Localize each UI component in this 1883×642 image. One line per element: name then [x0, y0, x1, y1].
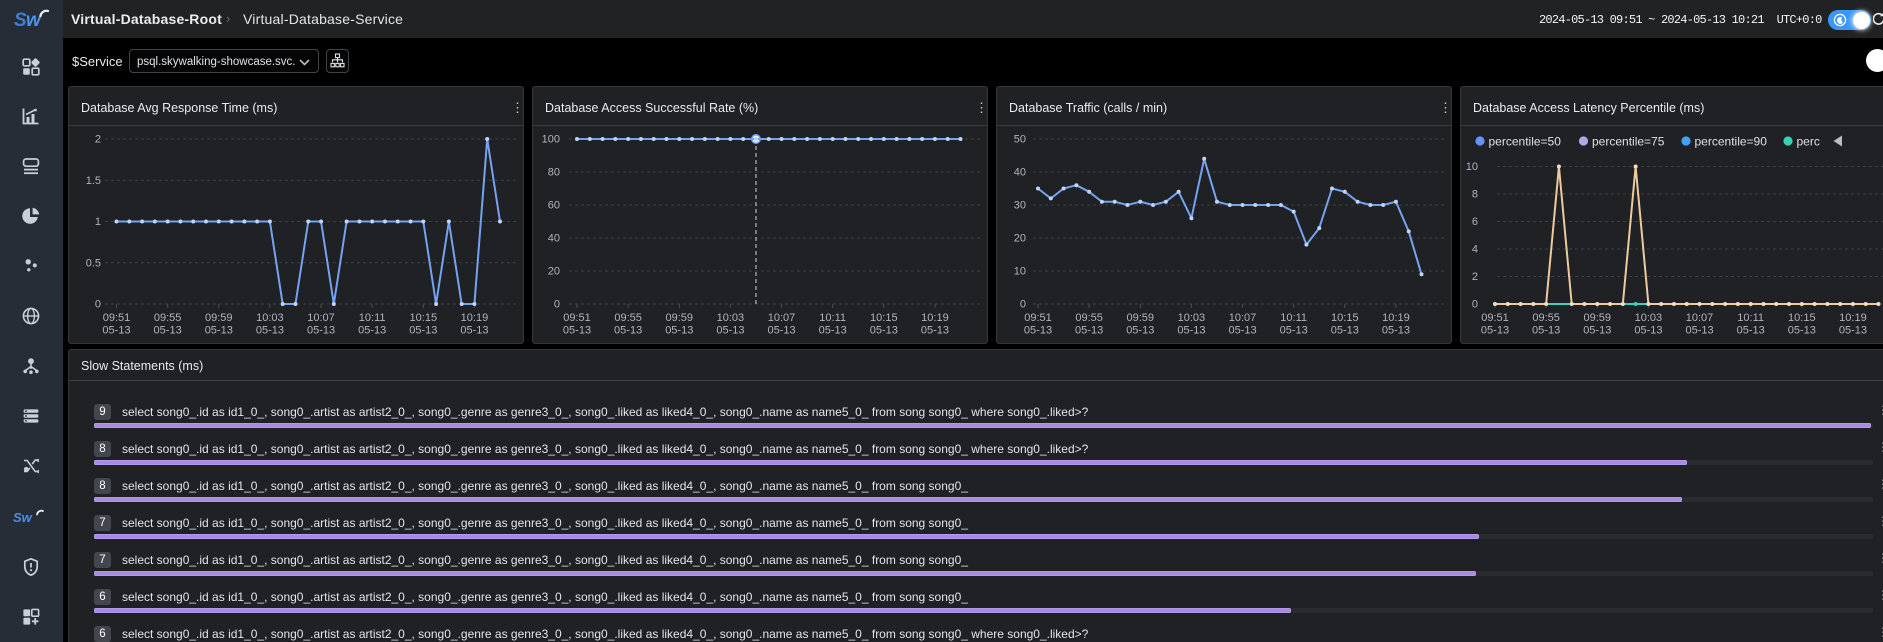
- svg-text:09:51: 09:51: [103, 312, 131, 324]
- svg-text:10:07: 10:07: [768, 312, 796, 324]
- svg-text:10:11: 10:11: [1737, 312, 1764, 324]
- svg-text:20: 20: [548, 266, 560, 278]
- svg-text:09:51: 09:51: [563, 312, 591, 324]
- svg-text:0.5: 0.5: [86, 257, 101, 269]
- svg-text:1.5: 1.5: [86, 175, 101, 187]
- svg-text:10:19: 10:19: [461, 312, 489, 324]
- svg-text:05-13: 05-13: [614, 325, 642, 337]
- svg-text:05-13: 05-13: [716, 325, 744, 337]
- svg-text:100: 100: [542, 134, 560, 146]
- svg-text:10:19: 10:19: [1382, 312, 1410, 324]
- svg-text:09:59: 09:59: [1127, 312, 1155, 324]
- svg-text:05-13: 05-13: [1024, 325, 1052, 337]
- svg-text:09:55: 09:55: [1075, 312, 1103, 324]
- svg-text:40: 40: [548, 233, 560, 245]
- svg-text:05-13: 05-13: [256, 325, 284, 337]
- svg-text:10:03: 10:03: [1178, 312, 1206, 324]
- svg-text:05-13: 05-13: [819, 325, 847, 337]
- svg-text:10:07: 10:07: [1229, 312, 1257, 324]
- svg-text:05-13: 05-13: [1075, 325, 1103, 337]
- svg-text:05-13: 05-13: [154, 325, 182, 337]
- svg-text:05-13: 05-13: [1331, 325, 1359, 337]
- svg-text:10:11: 10:11: [359, 312, 386, 324]
- svg-text:4: 4: [1472, 244, 1478, 256]
- svg-text:09:59: 09:59: [666, 312, 694, 324]
- svg-text:10:07: 10:07: [1686, 312, 1714, 324]
- svg-text:09:55: 09:55: [614, 312, 642, 324]
- svg-text:w: w: [26, 10, 42, 31]
- svg-text:2: 2: [1472, 271, 1478, 283]
- svg-text:0: 0: [554, 299, 560, 311]
- svg-text:05-13: 05-13: [1685, 325, 1713, 337]
- svg-text:05-13: 05-13: [1280, 325, 1308, 337]
- svg-text:10:03: 10:03: [717, 312, 745, 324]
- svg-text:05-13: 05-13: [1228, 325, 1256, 337]
- svg-text:10:15: 10:15: [410, 312, 438, 324]
- svg-text:10:07: 10:07: [307, 312, 335, 324]
- svg-text:0: 0: [1472, 299, 1478, 311]
- svg-text:05-13: 05-13: [1532, 325, 1560, 337]
- svg-text:05-13: 05-13: [1839, 325, 1867, 337]
- svg-text:20: 20: [1014, 233, 1026, 245]
- svg-text:10: 10: [1466, 161, 1478, 173]
- svg-text:60: 60: [548, 200, 560, 212]
- svg-text:05-13: 05-13: [767, 325, 795, 337]
- svg-text:10:15: 10:15: [1788, 312, 1816, 324]
- svg-text:10:11: 10:11: [819, 312, 846, 324]
- svg-text:05-13: 05-13: [307, 325, 335, 337]
- svg-text:05-13: 05-13: [1583, 325, 1611, 337]
- svg-text:80: 80: [548, 167, 560, 179]
- svg-text:6: 6: [1472, 216, 1478, 228]
- svg-text:05-13: 05-13: [921, 325, 949, 337]
- svg-text:0: 0: [1020, 299, 1026, 311]
- svg-text:09:51: 09:51: [1024, 312, 1052, 324]
- svg-text:percentile=50: percentile=50: [1489, 134, 1562, 148]
- svg-text:2: 2: [95, 134, 101, 146]
- svg-text:10:15: 10:15: [1331, 312, 1359, 324]
- svg-text:09:55: 09:55: [1532, 312, 1560, 324]
- svg-text:Sw: Sw: [13, 510, 33, 525]
- svg-text:05-13: 05-13: [1737, 325, 1765, 337]
- svg-text:05-13: 05-13: [205, 325, 233, 337]
- svg-text:40: 40: [1014, 167, 1026, 179]
- svg-text:05-13: 05-13: [1177, 325, 1205, 337]
- svg-text:30: 30: [1014, 200, 1026, 212]
- svg-text:05-13: 05-13: [563, 325, 591, 337]
- svg-text:09:59: 09:59: [1584, 312, 1612, 324]
- svg-text:05-13: 05-13: [1481, 325, 1509, 337]
- svg-text:09:59: 09:59: [205, 312, 233, 324]
- svg-text:10:03: 10:03: [256, 312, 284, 324]
- svg-text:10: 10: [1014, 266, 1026, 278]
- svg-text:05-13: 05-13: [1126, 325, 1154, 337]
- svg-text:05-13: 05-13: [358, 325, 386, 337]
- svg-text:10:15: 10:15: [870, 312, 898, 324]
- svg-text:05-13: 05-13: [1382, 325, 1410, 337]
- svg-text:8: 8: [1472, 189, 1478, 201]
- svg-text:05-13: 05-13: [409, 325, 437, 337]
- svg-text:50: 50: [1014, 134, 1026, 146]
- svg-text:05-13: 05-13: [102, 325, 130, 337]
- svg-text:05-13: 05-13: [460, 325, 488, 337]
- svg-text:05-13: 05-13: [1634, 325, 1662, 337]
- svg-text:05-13: 05-13: [665, 325, 693, 337]
- svg-text:1: 1: [95, 216, 101, 228]
- svg-text:0: 0: [95, 299, 101, 311]
- svg-text:10:19: 10:19: [921, 312, 949, 324]
- svg-text:05-13: 05-13: [870, 325, 898, 337]
- svg-text:percentile=75: percentile=75: [1592, 134, 1665, 148]
- svg-text:perc: perc: [1797, 134, 1820, 148]
- svg-text:05-13: 05-13: [1788, 325, 1816, 337]
- svg-text:10:03: 10:03: [1635, 312, 1663, 324]
- svg-text:09:51: 09:51: [1481, 312, 1509, 324]
- svg-text:10:11: 10:11: [1280, 312, 1307, 324]
- svg-text:percentile=90: percentile=90: [1695, 134, 1768, 148]
- svg-text:09:55: 09:55: [154, 312, 182, 324]
- svg-text:10:19: 10:19: [1839, 312, 1867, 324]
